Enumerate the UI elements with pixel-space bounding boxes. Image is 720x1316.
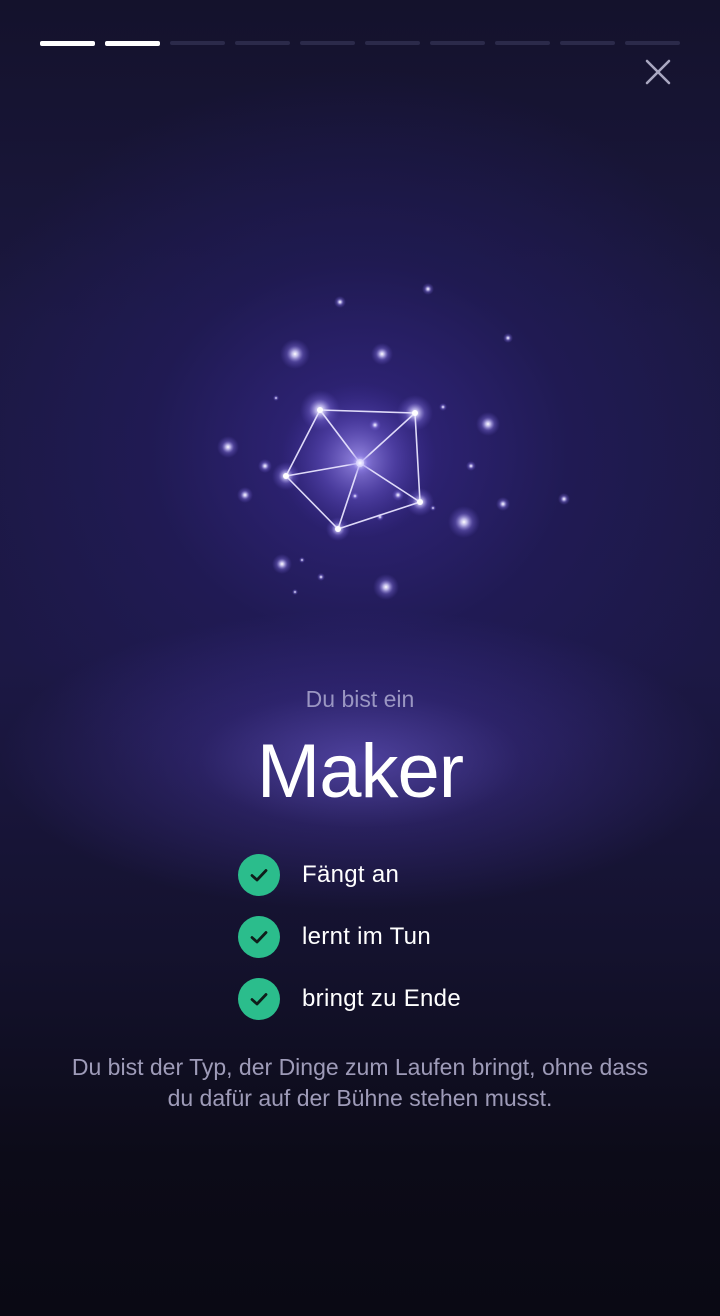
trait-label: Fängt an [302, 861, 400, 888]
progress-segment [495, 41, 550, 45]
progress-segment [170, 41, 225, 45]
constellation-icon [217, 283, 570, 600]
progress-segment [105, 41, 160, 46]
check-icon [238, 916, 280, 958]
trait-item: bringt zu Ende [238, 978, 538, 1020]
progress-segment [235, 41, 290, 45]
progress-bar [40, 41, 680, 47]
trait-label: bringt zu Ende [302, 985, 461, 1012]
progress-segment [430, 41, 485, 45]
result-intro: Du bist ein [305, 686, 415, 712]
trait-label: lernt im Tun [302, 923, 431, 950]
trait-item: lernt im Tun [238, 916, 538, 958]
progress-segment [365, 41, 420, 45]
trait-item: Fängt an [238, 854, 538, 896]
check-icon [238, 854, 280, 896]
result-screen: Du bist ein Maker Fängt an lernt im Tun … [0, 0, 720, 1316]
close-icon[interactable] [640, 54, 676, 90]
result-type-title: Maker [256, 729, 464, 814]
progress-segment [40, 41, 95, 46]
trait-list: Fängt an lernt im Tun bringt zu Ende [238, 854, 538, 1040]
progress-segment [625, 41, 680, 45]
check-icon [238, 978, 280, 1020]
result-description: Du bist der Typ, der Dinge zum Laufen br… [71, 1054, 649, 1111]
progress-segment [560, 41, 615, 45]
close-button[interactable] [640, 54, 676, 90]
progress-segment [300, 41, 355, 45]
